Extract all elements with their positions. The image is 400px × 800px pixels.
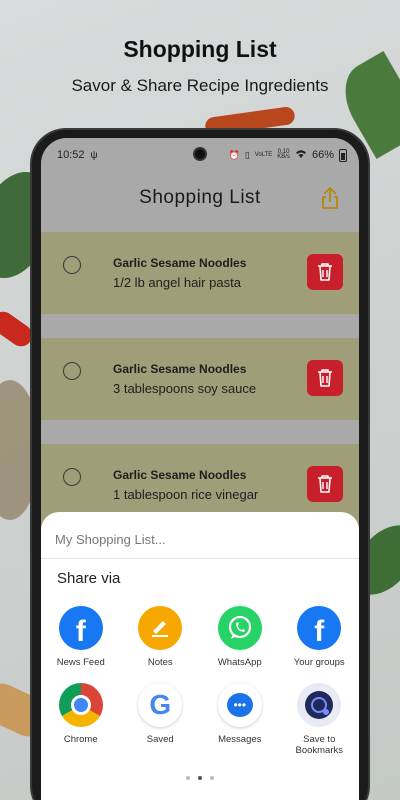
share-icon xyxy=(322,187,338,209)
item-ingredient: 1/2 lb angel hair pasta xyxy=(113,275,241,290)
phone-frame: 10:52 ψ ⏰ ▯ VoLTE 0.10 KB/s 66% Shopping… xyxy=(32,130,368,800)
share-app-news-feed[interactable]: f News Feed xyxy=(41,606,121,669)
share-app-save-to-bookmarks[interactable]: Save to Bookmarks xyxy=(280,682,360,757)
promo-subtitle: Savor & Share Recipe Ingredients xyxy=(71,76,329,95)
trash-icon xyxy=(318,263,332,281)
share-heading: Share via xyxy=(57,570,121,587)
app-label: Chrome xyxy=(63,733,98,745)
app-label: Save to Bookmarks xyxy=(295,733,343,756)
share-app-messages[interactable]: ••• Messages xyxy=(200,682,280,757)
google-icon: G xyxy=(138,682,183,727)
item-recipe: Garlic Sesame Noodles xyxy=(113,362,247,376)
share-app-notes[interactable]: Notes xyxy=(121,606,201,669)
messages-icon: ••• xyxy=(217,682,262,727)
whatsapp-icon xyxy=(217,606,262,650)
app-label: Saved xyxy=(146,733,174,745)
app-label: News Feed xyxy=(56,657,105,668)
share-sheet: My Shopping List... Share via f News Fee… xyxy=(41,512,359,800)
share-subject: My Shopping List... xyxy=(55,532,166,547)
app-header: Shopping List xyxy=(41,172,359,224)
share-button[interactable] xyxy=(319,186,341,210)
page-dot[interactable] xyxy=(186,776,190,780)
app-label: WhatsApp xyxy=(217,657,262,668)
share-app-whatsapp[interactable]: WhatsApp xyxy=(200,606,280,669)
divider xyxy=(41,558,359,559)
wifi-icon xyxy=(295,149,307,161)
alarm-icon: ⏰ xyxy=(228,149,240,160)
app-label: Messages xyxy=(218,733,262,745)
shopping-list: Garlic Sesame Noodles 1/2 lb angel hair … xyxy=(41,232,359,526)
page-indicator xyxy=(41,776,359,780)
share-app-saved[interactable]: G Saved xyxy=(121,682,201,757)
battery-icon xyxy=(339,148,347,162)
usb-icon: ψ xyxy=(90,149,98,161)
item-ingredient: 1 tablespoon rice vinegar xyxy=(113,487,259,502)
delete-button[interactable] xyxy=(307,466,343,502)
volte-label: VoLTE xyxy=(254,152,273,158)
item-checkbox[interactable] xyxy=(63,256,81,274)
background-chili xyxy=(0,307,37,351)
vibrate-icon: ▯ xyxy=(244,149,250,160)
item-checkbox[interactable] xyxy=(63,362,81,380)
trash-icon xyxy=(318,475,332,493)
bookmarks-icon xyxy=(297,682,342,727)
phone-screen: 10:52 ψ ⏰ ▯ VoLTE 0.10 KB/s 66% Shopping… xyxy=(41,138,359,800)
app-label: Your groups xyxy=(293,657,345,668)
item-recipe: Garlic Sesame Noodles xyxy=(113,468,247,482)
delete-button[interactable] xyxy=(307,254,343,290)
battery-percent: 66% xyxy=(311,149,334,161)
facebook-icon: f xyxy=(58,606,103,650)
delete-button[interactable] xyxy=(307,360,343,396)
list-item: Garlic Sesame Noodles 1/2 lb angel hair … xyxy=(41,232,359,314)
item-checkbox[interactable] xyxy=(63,468,81,486)
trash-icon xyxy=(318,369,332,387)
item-ingredient: 3 tablespoons soy sauce xyxy=(113,381,257,396)
status-icons: ⏰ ▯ VoLTE 0.10 KB/s 66% xyxy=(228,148,347,162)
front-camera xyxy=(193,147,207,161)
list-item: Garlic Sesame Noodles 3 tablespoons soy … xyxy=(41,338,359,420)
promo-title: Shopping List xyxy=(123,36,277,62)
share-app-your-groups[interactable]: f Your groups xyxy=(280,606,360,669)
chrome-icon xyxy=(58,682,103,727)
facebook-icon: f xyxy=(297,606,342,650)
status-time: 10:52 xyxy=(57,149,85,161)
page-title: Shopping List xyxy=(139,187,261,208)
share-app-grid: f News Feed Notes WhatsApp f Your groups… xyxy=(41,606,359,757)
notes-icon xyxy=(138,606,183,650)
share-app-chrome[interactable]: Chrome xyxy=(41,682,121,757)
data-rate: 0.10 KB/s xyxy=(277,148,290,160)
app-label: Notes xyxy=(147,657,173,668)
page-dot[interactable] xyxy=(210,776,214,780)
item-recipe: Garlic Sesame Noodles xyxy=(113,256,247,270)
page-dot-active[interactable] xyxy=(198,776,202,780)
